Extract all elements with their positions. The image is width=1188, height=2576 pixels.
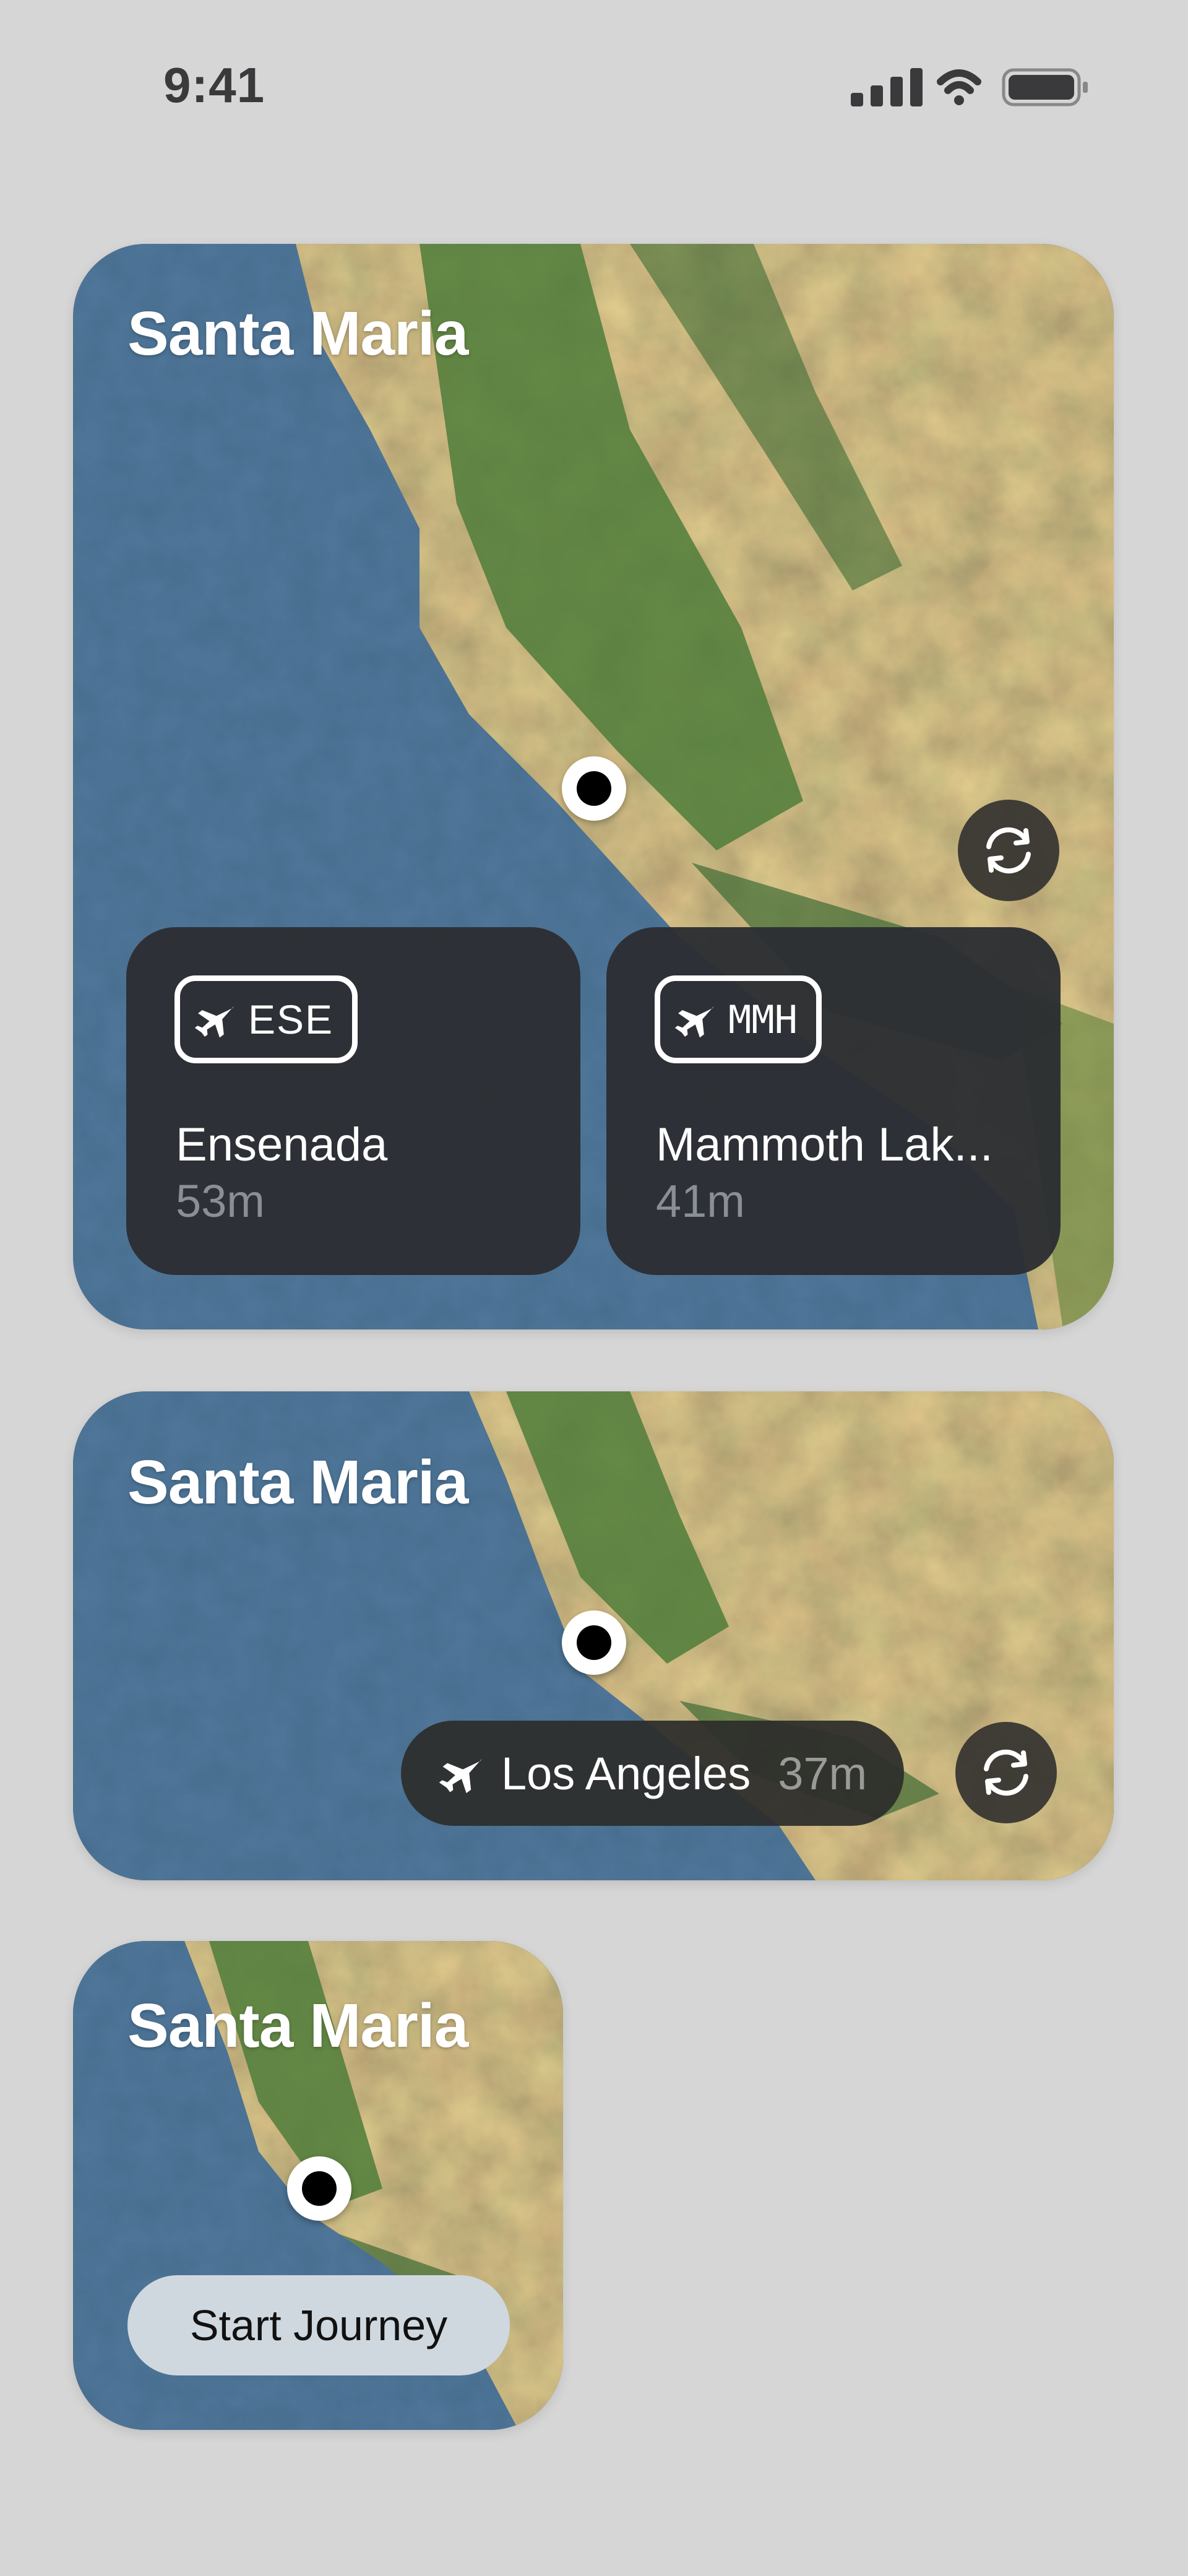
airplane-icon	[675, 1006, 715, 1038]
travel-time: 53m	[176, 1175, 265, 1227]
airport-code: MMH	[728, 996, 798, 1042]
airport-code: ESE	[248, 996, 334, 1042]
destination-name: Los Angeles	[501, 1747, 751, 1799]
location-pin-icon	[562, 756, 626, 821]
refresh-button[interactable]	[955, 1722, 1057, 1823]
destination-name: Ensenada	[176, 1118, 388, 1171]
battery-icon	[1002, 68, 1088, 106]
widget-title: Santa Maria	[127, 1448, 468, 1517]
medium-widget[interactable]: Santa Maria Los Angeles 37m	[73, 1391, 1114, 1880]
cellular-signal-icon	[851, 68, 923, 106]
destination-name: Mammoth Lak...	[656, 1118, 993, 1171]
airport-code-badge: MMH	[655, 975, 822, 1063]
location-pin-icon	[562, 1610, 626, 1675]
airport-code-badge: ESE	[174, 975, 358, 1063]
travel-time: 37m	[778, 1747, 867, 1799]
refresh-icon	[986, 827, 1031, 874]
travel-time: 41m	[656, 1175, 745, 1227]
widget-title: Santa Maria	[127, 1991, 468, 2060]
airplane-icon	[195, 1006, 235, 1038]
small-widget[interactable]: Santa Maria Start Journey	[73, 1941, 563, 2430]
widget-title: Santa Maria	[127, 299, 468, 368]
refresh-button[interactable]	[958, 800, 1059, 901]
destination-card[interactable]: ESE Ensenada 53m	[126, 927, 580, 1275]
status-time: 9:41	[163, 58, 265, 113]
large-widget[interactable]: Santa Maria ESE Ensenada 53m MMH Mammoth…	[73, 244, 1114, 1329]
refresh-icon	[984, 1749, 1028, 1796]
destination-card[interactable]: MMH Mammoth Lak... 41m	[606, 927, 1061, 1275]
destination-pill[interactable]: Los Angeles 37m	[401, 1721, 905, 1826]
status-icons	[849, 66, 1090, 109]
wifi-icon	[937, 69, 981, 105]
location-pin-icon	[287, 2156, 351, 2221]
airplane-icon	[439, 1758, 483, 1794]
start-journey-button[interactable]: Start Journey	[127, 2275, 510, 2375]
